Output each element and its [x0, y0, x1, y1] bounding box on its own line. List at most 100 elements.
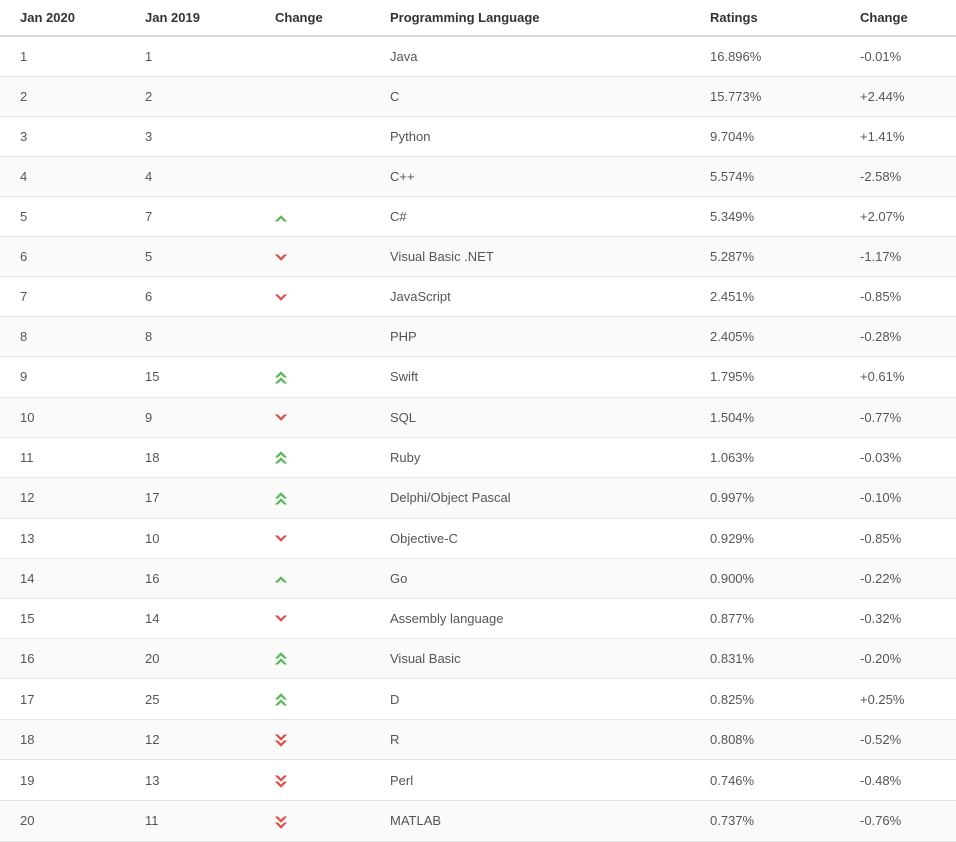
cell-language: Objective-C	[380, 518, 700, 558]
chevron-up-icon	[275, 574, 287, 584]
cell-language: JavaScript	[380, 277, 700, 317]
cell-change: +0.61%	[850, 357, 956, 398]
chevron-up-icon	[275, 213, 287, 223]
cell-ratings: 1.795%	[700, 357, 850, 398]
cell-ratings: 0.831%	[700, 638, 850, 679]
cell-ratings: 0.746%	[700, 760, 850, 801]
cell-ratings: 9.704%	[700, 117, 850, 157]
cell-rank2019: 15	[135, 357, 265, 398]
cell-rank2020: 17	[0, 679, 135, 720]
cell-ratings: 0.877%	[700, 598, 850, 638]
cell-language: Go	[380, 558, 700, 598]
cell-trend	[265, 478, 380, 519]
chevron-double-down-icon	[275, 774, 287, 788]
col-header-language: Programming Language	[380, 0, 700, 36]
table-row: 4 4 C++ 5.574% -2.58%	[0, 157, 956, 197]
cell-ratings: 2.405%	[700, 317, 850, 357]
chevron-down-icon	[275, 614, 287, 624]
table-row: 9 15 Swift 1.795% +0.61%	[0, 357, 956, 398]
cell-rank2020: 5	[0, 197, 135, 237]
chevron-double-down-icon	[275, 733, 287, 747]
cell-rank2020: 20	[0, 800, 135, 841]
chevron-down-icon	[275, 253, 287, 263]
cell-rank2020: 18	[0, 719, 135, 760]
table-row: 16 20 Visual Basic 0.831% -0.20%	[0, 638, 956, 679]
table-row: 10 9 SQL 1.504% -0.77%	[0, 397, 956, 437]
cell-ratings: 1.504%	[700, 397, 850, 437]
cell-trend	[265, 357, 380, 398]
cell-ratings: 0.997%	[700, 478, 850, 519]
cell-rank2020: 1	[0, 36, 135, 77]
cell-trend	[265, 800, 380, 841]
cell-trend	[265, 679, 380, 720]
cell-trend	[265, 437, 380, 478]
cell-rank2020: 8	[0, 317, 135, 357]
cell-change: -0.52%	[850, 719, 956, 760]
cell-rank2020: 4	[0, 157, 135, 197]
cell-language: C	[380, 77, 700, 117]
cell-change: -0.01%	[850, 36, 956, 77]
cell-rank2019: 2	[135, 77, 265, 117]
cell-change: -0.48%	[850, 760, 956, 801]
chevron-double-down-icon	[275, 815, 287, 829]
cell-ratings: 0.825%	[700, 679, 850, 720]
cell-rank2019: 20	[135, 638, 265, 679]
cell-rank2019: 8	[135, 317, 265, 357]
col-header-trend: Change	[265, 0, 380, 36]
cell-change: -0.10%	[850, 478, 956, 519]
cell-change: +2.44%	[850, 77, 956, 117]
table-row: 18 12 R 0.808% -0.52%	[0, 719, 956, 760]
cell-change: -0.85%	[850, 277, 956, 317]
cell-change: +2.07%	[850, 197, 956, 237]
table-row: 6 5 Visual Basic .NET 5.287% -1.17%	[0, 237, 956, 277]
cell-rank2019: 16	[135, 558, 265, 598]
chevron-double-up-icon	[275, 451, 287, 465]
cell-language: C#	[380, 197, 700, 237]
cell-rank2019: 7	[135, 197, 265, 237]
cell-trend	[265, 157, 380, 197]
cell-ratings: 1.063%	[700, 437, 850, 478]
cell-language: SQL	[380, 397, 700, 437]
col-header-rank2019: Jan 2019	[135, 0, 265, 36]
cell-change: -0.32%	[850, 598, 956, 638]
rankings-table: Jan 2020 Jan 2019 Change Programming Lan…	[0, 0, 956, 842]
cell-language: Ruby	[380, 437, 700, 478]
cell-ratings: 5.574%	[700, 157, 850, 197]
cell-change: -0.28%	[850, 317, 956, 357]
cell-trend	[265, 518, 380, 558]
chevron-down-icon	[275, 534, 287, 544]
cell-change: -0.76%	[850, 800, 956, 841]
cell-trend	[265, 719, 380, 760]
cell-trend	[265, 277, 380, 317]
cell-language: Assembly language	[380, 598, 700, 638]
table-row: 1 1 Java 16.896% -0.01%	[0, 36, 956, 77]
cell-ratings: 5.287%	[700, 237, 850, 277]
cell-trend	[265, 638, 380, 679]
cell-ratings: 2.451%	[700, 277, 850, 317]
cell-rank2019: 12	[135, 719, 265, 760]
cell-change: -0.85%	[850, 518, 956, 558]
cell-rank2019: 4	[135, 157, 265, 197]
table-row: 13 10 Objective-C 0.929% -0.85%	[0, 518, 956, 558]
cell-change: -0.22%	[850, 558, 956, 598]
col-header-ratings: Ratings	[700, 0, 850, 36]
table-row: 20 11 MATLAB 0.737% -0.76%	[0, 800, 956, 841]
table-header-row: Jan 2020 Jan 2019 Change Programming Lan…	[0, 0, 956, 36]
cell-trend	[265, 558, 380, 598]
cell-change: -0.03%	[850, 437, 956, 478]
cell-language: Visual Basic .NET	[380, 237, 700, 277]
cell-ratings: 0.929%	[700, 518, 850, 558]
cell-language: Delphi/Object Pascal	[380, 478, 700, 519]
cell-trend	[265, 397, 380, 437]
cell-rank2020: 14	[0, 558, 135, 598]
cell-change: -1.17%	[850, 237, 956, 277]
cell-language: Python	[380, 117, 700, 157]
cell-rank2019: 13	[135, 760, 265, 801]
cell-trend	[265, 237, 380, 277]
table-row: 8 8 PHP 2.405% -0.28%	[0, 317, 956, 357]
chevron-double-up-icon	[275, 693, 287, 707]
cell-rank2020: 3	[0, 117, 135, 157]
cell-rank2019: 11	[135, 800, 265, 841]
cell-language: Perl	[380, 760, 700, 801]
cell-rank2020: 9	[0, 357, 135, 398]
